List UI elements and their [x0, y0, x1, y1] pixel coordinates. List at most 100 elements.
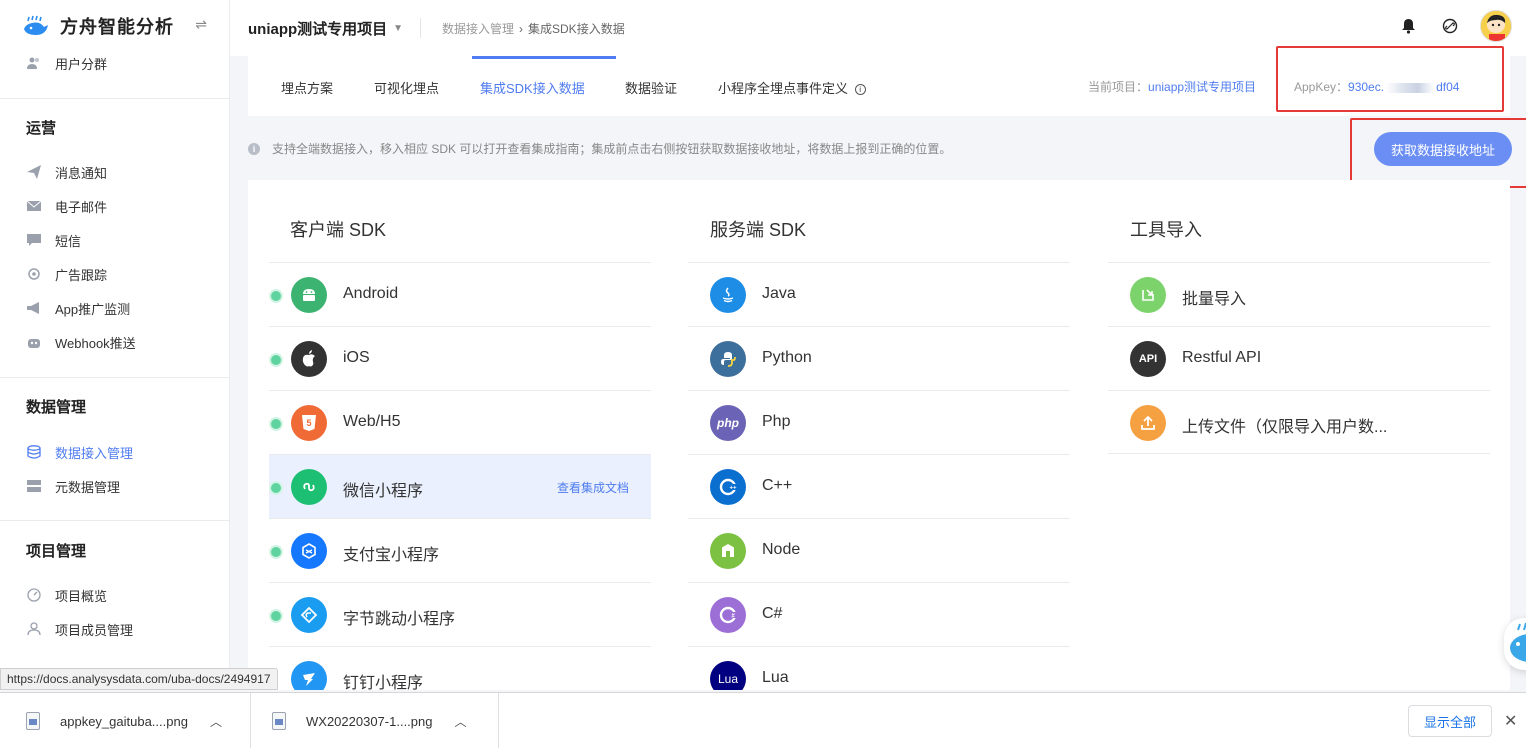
sdk-row-php[interactable]: php Php	[688, 390, 1070, 454]
swap-arrows-icon[interactable]: ⇌	[195, 16, 207, 33]
sdk-row-alipay-miniprogram[interactable]: 支付宝小程序	[269, 518, 651, 582]
sidebar-item-project-overview[interactable]: 项目概览	[26, 585, 107, 605]
tab-data-validation[interactable]: 数据验证	[625, 78, 677, 97]
tab-sdk-integration[interactable]: 集成SDK接入数据	[480, 78, 585, 97]
sdk-row-dingtalk-miniprogram[interactable]: 钉钉小程序	[269, 646, 651, 690]
sdk-row-python[interactable]: Python	[688, 326, 1070, 390]
svg-text:5: 5	[306, 418, 311, 428]
sdk-label: 钉钉小程序	[343, 675, 424, 690]
status-dot	[271, 547, 281, 557]
sidebar-item-project-members[interactable]: 项目成员管理	[26, 619, 133, 639]
sdk-label: Node	[762, 541, 801, 558]
sidebar-item-app-promotion[interactable]: App推广监测	[26, 298, 130, 318]
sdk-row-ios[interactable]: iOS	[269, 326, 651, 390]
sdk-row-wechat-miniprogram[interactable]: 微信小程序 查看集成文档	[269, 454, 651, 518]
status-dot	[271, 355, 281, 365]
floating-assistant-button[interactable]	[1504, 618, 1526, 670]
sdk-label: C#	[762, 605, 783, 622]
sidebar-item-label: 项目成员管理	[55, 622, 134, 638]
get-receive-address-button[interactable]: 获取数据接收地址	[1374, 132, 1512, 166]
app-root: 方舟智能分析 ⇌ 用户分群 运营 消息通知 电子邮件 短信 广告跟踪 App推广…	[0, 0, 1526, 748]
sdk-label: Android	[343, 285, 399, 302]
info-icon: i	[248, 142, 260, 155]
tool-row-upload-file[interactable]: 上传文件（仅限导入用户数...	[1108, 390, 1490, 454]
tab-miniprogram-events[interactable]: 小程序全埋点事件定义 i	[718, 78, 866, 97]
sdk-label: Php	[762, 413, 791, 430]
sdk-row-web-h5[interactable]: 5 Web/H5	[269, 390, 651, 454]
apple-icon	[291, 341, 327, 377]
tool-row-batch-import[interactable]: 批量导入	[1108, 262, 1490, 326]
current-project-value[interactable]: uniapp测试专用项目	[1148, 80, 1256, 94]
wechat-miniprogram-icon	[291, 469, 327, 505]
alipay-miniprogram-icon	[291, 533, 327, 569]
close-icon[interactable]: ✕	[1504, 711, 1517, 731]
sdk-row-java[interactable]: Java	[688, 262, 1070, 326]
sidebar-item-sms[interactable]: 短信	[26, 230, 81, 250]
notice-bar: i 支持全端数据接入，移入相应 SDK 可以打开查看集成指南；集成前点击右侧按钮…	[248, 140, 951, 157]
tab-label: 小程序全埋点事件定义	[718, 81, 849, 96]
bytedance-miniprogram-icon	[291, 597, 327, 633]
sidebar-item-webhook[interactable]: Webhook推送	[26, 332, 136, 352]
current-project-label: 当前项目：	[1088, 80, 1149, 94]
breadcrumb: 数据接入管理 › 集成SDK接入数据	[442, 20, 625, 37]
download-item[interactable]: appkey_gaituba....png ︿	[26, 693, 222, 748]
chevron-up-icon[interactable]: ︿	[454, 713, 466, 730]
sdk-label: Python	[762, 349, 812, 366]
highlight-box-appkey	[1276, 46, 1504, 112]
sdk-row-bytedance-miniprogram[interactable]: 字节跳动小程序	[269, 582, 651, 646]
download-filename: WX20220307-1....png	[306, 713, 433, 729]
sidebar-item-email[interactable]: 电子邮件	[26, 196, 107, 216]
dashboard-icon	[26, 587, 42, 603]
sidebar-item-message-notify[interactable]: 消息通知	[26, 162, 107, 182]
tab-visual-tracking[interactable]: 可视化埋点	[374, 78, 439, 97]
chevron-up-icon[interactable]: ︿	[210, 713, 222, 730]
view-integration-doc-link[interactable]: 查看集成文档	[557, 479, 629, 496]
bell-icon[interactable]	[1398, 16, 1418, 36]
sidebar-item-data-access[interactable]: 数据接入管理	[26, 442, 133, 462]
app-logo[interactable]: 方舟智能分析	[22, 12, 174, 40]
sidebar-item-ad-tracking[interactable]: 广告跟踪	[26, 264, 107, 284]
java-icon	[710, 277, 746, 313]
dingtalk-icon	[291, 661, 327, 690]
server-icon	[26, 478, 42, 494]
divider	[250, 693, 251, 748]
html5-icon: 5	[291, 405, 327, 441]
column-title-client-sdk: 客户端 SDK	[290, 220, 387, 240]
lua-icon: Lua	[710, 661, 746, 690]
sidebar-item-label: App推广监测	[55, 301, 131, 317]
sdk-label: 支付宝小程序	[343, 547, 440, 564]
send-icon	[26, 164, 42, 180]
sdk-label: iOS	[343, 349, 370, 366]
api-icon: API	[1130, 341, 1166, 377]
tool-label: 上传文件（仅限导入用户数...	[1182, 419, 1388, 436]
sidebar-item-metadata[interactable]: 元数据管理	[26, 476, 120, 496]
info-icon: i	[854, 84, 866, 95]
project-switcher[interactable]: uniapp测试专用项目 ▼	[248, 18, 403, 39]
active-tab-indicator	[472, 56, 616, 59]
tool-row-restful-api[interactable]: API Restful API	[1108, 326, 1490, 390]
sdk-row-cpp[interactable]: ++ C++	[688, 454, 1070, 518]
sdk-row-node[interactable]: Node	[688, 518, 1070, 582]
sdk-row-lua[interactable]: Lua Lua	[688, 646, 1070, 690]
target-icon	[26, 266, 42, 282]
sdk-label: 字节跳动小程序	[343, 611, 456, 628]
app-name: 方舟智能分析	[60, 17, 174, 37]
sidebar-item-user-segments[interactable]: 用户分群	[26, 53, 107, 73]
batch-import-icon	[1130, 277, 1166, 313]
divider	[420, 18, 421, 38]
show-all-downloads-button[interactable]: 显示全部	[1408, 705, 1492, 737]
sdk-label: Lua	[762, 669, 789, 686]
download-filename: appkey_gaituba....png	[60, 713, 188, 729]
current-project: 当前项目：uniapp测试专用项目	[1088, 78, 1256, 95]
link-icon[interactable]	[1440, 16, 1460, 36]
sidebar-divider	[0, 98, 229, 99]
breadcrumb-item[interactable]: 数据接入管理	[442, 20, 514, 37]
sdk-row-android[interactable]: Android	[269, 262, 651, 326]
sidebar-item-label: 消息通知	[55, 165, 108, 181]
divider	[498, 693, 499, 748]
tab-tracking-plan[interactable]: 埋点方案	[281, 78, 333, 97]
download-item[interactable]: WX20220307-1....png ︿	[272, 693, 467, 748]
sdk-row-csharp[interactable]: # C#	[688, 582, 1070, 646]
avatar[interactable]	[1480, 10, 1512, 42]
svg-text:++: ++	[729, 486, 737, 492]
